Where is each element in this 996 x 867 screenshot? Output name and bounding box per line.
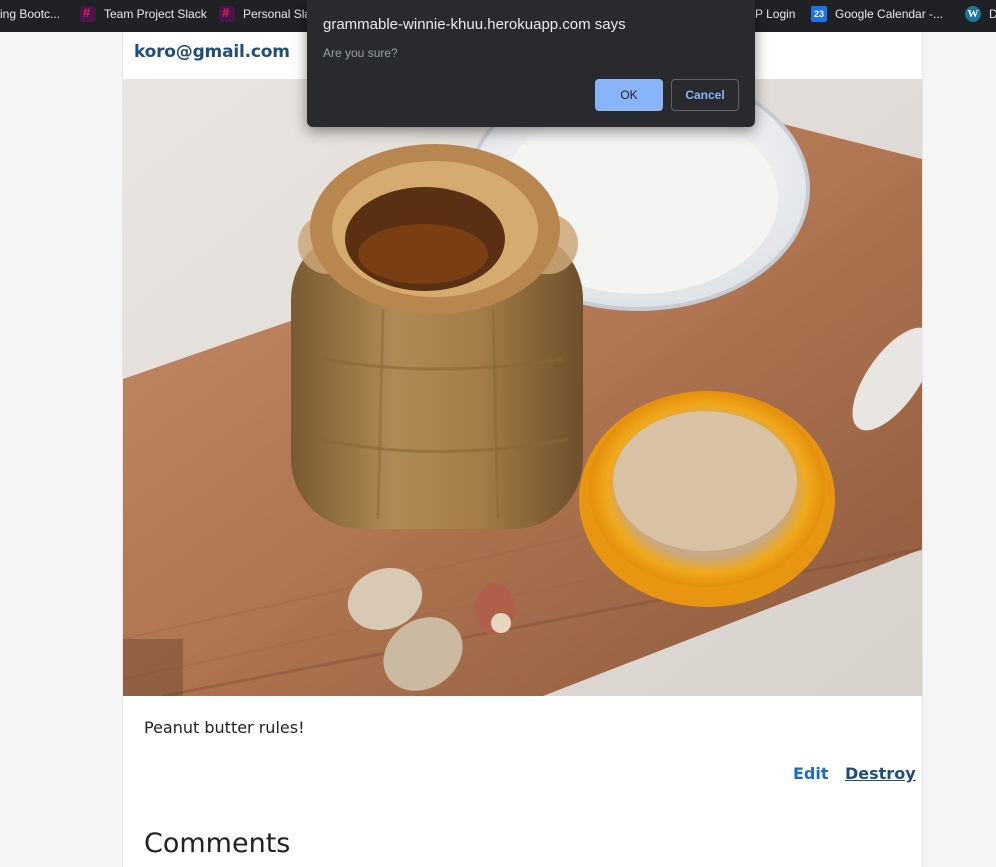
dialog-title: grammable-winnie-khuu.herokuapp.com says	[323, 16, 626, 33]
dialog-message: Are you sure?	[323, 46, 398, 60]
bookmark-login[interactable]: P Login	[755, 0, 795, 28]
ok-button[interactable]: OK	[595, 79, 663, 111]
bookmark-team-project-slack[interactable]: Team Project Slack	[80, 0, 207, 28]
bookmark-label: P Login	[755, 7, 796, 21]
bookmark-label: D	[989, 7, 996, 21]
post-image	[123, 79, 922, 696]
post-caption: Peanut butter rules!	[144, 718, 305, 737]
google-calendar-icon: 23	[811, 6, 827, 22]
slack-icon	[219, 5, 235, 22]
bookmark-bootcamp[interactable]: ing Bootc...	[0, 0, 60, 28]
wordpress-icon: W	[965, 6, 981, 22]
bookmark-personal-slack[interactable]: Personal Sla	[219, 0, 311, 28]
cancel-button[interactable]: Cancel	[671, 79, 739, 111]
bookmark-google-calendar[interactable]: 23 Google Calendar -...	[811, 0, 943, 28]
destroy-link[interactable]: Destroy	[845, 764, 916, 783]
slack-icon	[80, 5, 96, 22]
post-user-email: koro@gmail.com	[134, 42, 290, 62]
bookmark-label: ing Bootc...	[0, 7, 61, 21]
comments-heading: Comments	[144, 828, 291, 859]
edit-link[interactable]: Edit	[793, 764, 829, 783]
confirm-dialog: grammable-winnie-khuu.herokuapp.com says…	[307, 0, 755, 127]
bookmark-label: Team Project Slack	[104, 7, 207, 21]
post-card: koro@gmail.com Peanut butter rules! Edit…	[122, 32, 923, 867]
bookmark-wordpress[interactable]: W D	[965, 0, 996, 28]
bookmark-label: Personal Sla	[243, 7, 312, 21]
bookmark-label: Google Calendar -...	[835, 7, 944, 21]
